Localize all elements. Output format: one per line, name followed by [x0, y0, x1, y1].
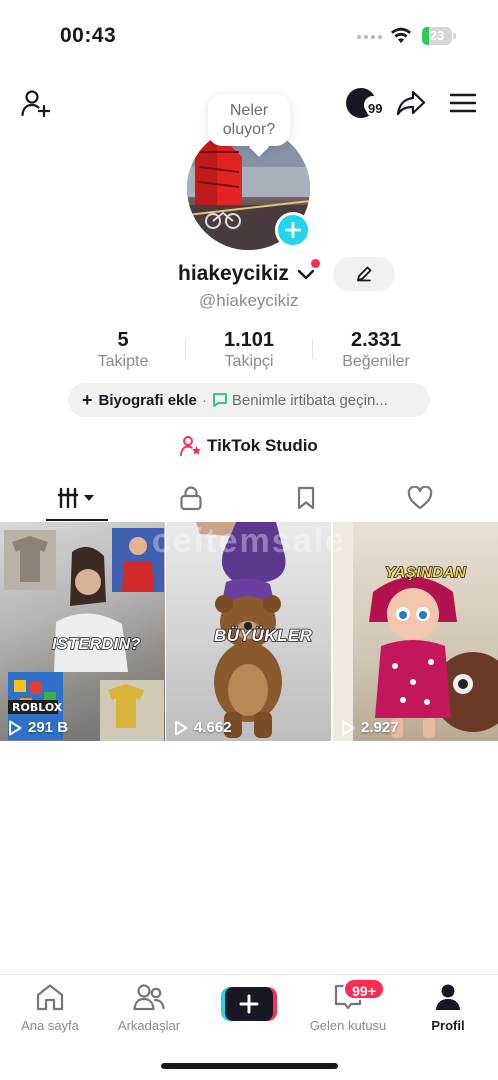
status-bubble[interactable]: Neler oluyor?	[208, 94, 290, 146]
nav-inbox-label: Gelen kutusu	[309, 1018, 387, 1033]
nav-friends-label: Arkadaşlar	[117, 1018, 181, 1033]
nav-home-label: Ana sayfa	[21, 1018, 79, 1033]
watermark: ceitemsale	[152, 522, 346, 560]
share-icon	[396, 90, 426, 116]
pencil-icon	[357, 266, 372, 282]
stat-divider	[312, 339, 313, 359]
video-caption: YAŞINDAN	[384, 563, 467, 582]
status-time: 00:43	[60, 24, 117, 47]
video-caption: BÜYÜKLER	[213, 625, 313, 646]
plus-icon	[285, 222, 301, 238]
create-video-button[interactable]	[221, 987, 277, 1021]
view-count: 4.662	[174, 719, 232, 736]
message-icon	[212, 393, 227, 407]
nav-profile-label: Profil	[431, 1018, 465, 1033]
bio-separator: ·	[201, 391, 207, 409]
heart-icon	[407, 486, 433, 510]
profile-tabs	[0, 478, 498, 522]
battery-level: 23	[429, 28, 445, 43]
username[interactable]: hiakeycikiz	[178, 262, 289, 286]
following-stat[interactable]: 5 Takipte	[83, 327, 163, 371]
story-count: 99	[366, 101, 385, 117]
add-story-button[interactable]	[275, 212, 311, 248]
likes-label: Beğeniler	[342, 353, 410, 370]
view-count: 2.927	[341, 719, 399, 736]
lock-icon	[180, 486, 202, 511]
tiktok-studio-link[interactable]: TikTok Studio	[180, 433, 318, 459]
view-count: 291 B	[8, 719, 68, 736]
plus-icon	[239, 994, 259, 1014]
wifi-icon	[391, 27, 411, 43]
followers-label: Takipçi	[224, 353, 274, 370]
following-label: Takipte	[97, 353, 149, 370]
tab-saved[interactable]	[266, 478, 346, 518]
nav-profile[interactable]: Profil	[398, 983, 498, 1033]
share-profile-button[interactable]	[394, 86, 428, 120]
grid-videos-icon	[57, 487, 94, 509]
tiktok-studio-label: TikTok Studio	[207, 436, 318, 455]
following-count: 5	[117, 329, 129, 351]
play-icon	[342, 720, 355, 735]
stat-divider	[185, 339, 186, 359]
status-bubble-line-1: Neler	[229, 102, 269, 119]
notification-dot	[311, 259, 320, 268]
user-handle: @hiakeycikiz	[199, 291, 299, 310]
tab-videos[interactable]	[38, 478, 118, 518]
view-count-text: 291 B	[28, 719, 69, 736]
add-friend-button[interactable]	[18, 86, 52, 120]
followers-count: 1.101	[223, 329, 275, 351]
hamburger-menu-icon	[450, 93, 476, 113]
home-indicator	[161, 1063, 338, 1069]
bio-pill[interactable]: + Biyografi ekle · Benimle irtibata geçi…	[68, 383, 430, 417]
add-user-icon	[21, 90, 50, 118]
play-icon	[9, 720, 22, 735]
story-avatar-button[interactable]: 99	[344, 86, 386, 120]
battery-icon: 23	[422, 27, 456, 45]
bookmark-icon	[297, 486, 315, 510]
view-count-text: 4.662	[194, 719, 232, 736]
play-icon	[175, 720, 188, 735]
menu-button[interactable]	[446, 86, 480, 120]
inbox-badge: 99+	[343, 978, 385, 1000]
status-bar: 00:43 23	[0, 0, 498, 72]
chevron-down-icon[interactable]	[297, 268, 315, 282]
cellular-signal-icon	[357, 35, 382, 39]
studio-user-star-icon	[180, 436, 201, 456]
followers-stat[interactable]: 1.101 Takipçi	[206, 327, 292, 371]
tab-liked[interactable]	[380, 478, 460, 518]
home-icon	[36, 984, 64, 1011]
edit-profile-button[interactable]	[333, 257, 395, 291]
likes-stat[interactable]: 2.331 Beğeniler	[332, 327, 420, 371]
profile-icon	[436, 984, 460, 1010]
likes-count: 2.331	[350, 329, 402, 351]
video-caption: ISTERDIN?	[51, 635, 141, 654]
status-bubble-line-2: oluyor?	[222, 121, 276, 138]
active-tab-indicator	[46, 519, 108, 521]
plus-icon: +	[82, 390, 93, 410]
contact-me-link[interactable]: Benimle irtibata geçin...	[232, 392, 410, 409]
add-bio-link[interactable]: Biyografi ekle	[99, 392, 197, 409]
nav-home[interactable]: Ana sayfa	[0, 983, 100, 1033]
tab-private[interactable]	[151, 478, 231, 518]
svg-text:ROBLOX: ROBLOX	[12, 701, 63, 714]
nav-friends[interactable]: Arkadaşlar	[99, 983, 199, 1033]
friends-icon	[133, 984, 165, 1011]
view-count-text: 2.927	[361, 719, 399, 736]
